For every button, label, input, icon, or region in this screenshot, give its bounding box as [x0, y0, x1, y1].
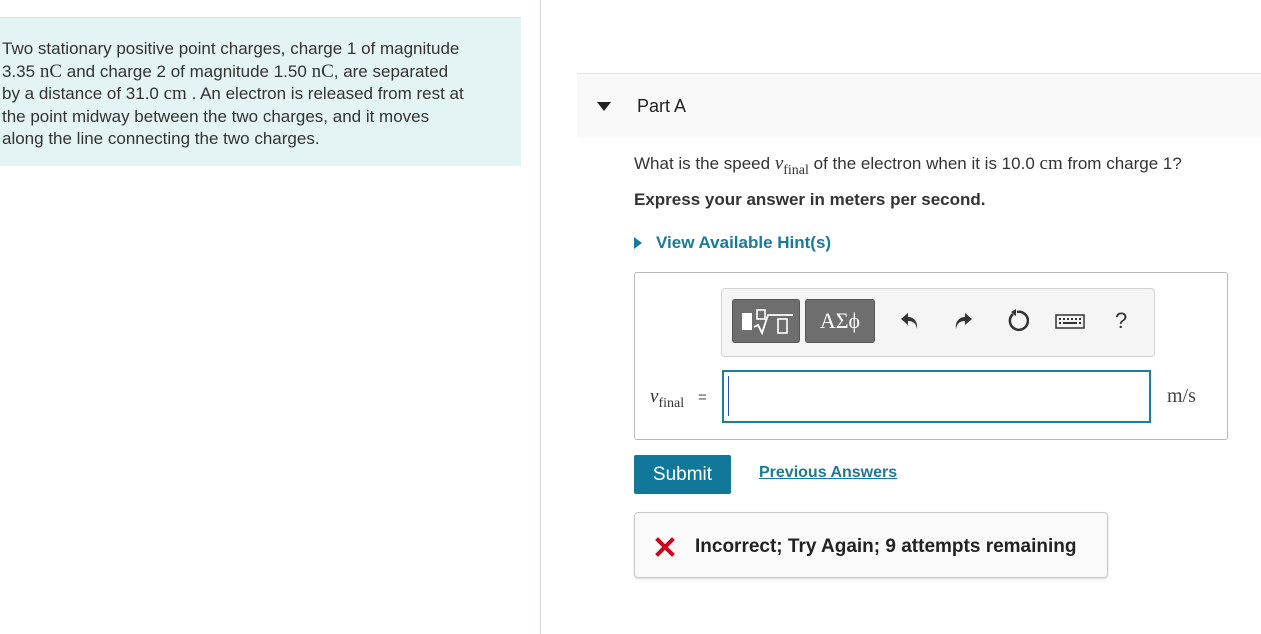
question-post: from charge 1? [1067, 154, 1182, 173]
problem-text-5: . An electron is released from rest at [191, 84, 464, 103]
problem-text-6: the point midway between the two charges… [2, 106, 430, 126]
charge1-unit: nC [39, 60, 63, 82]
question-mid: of the electron when it is 10.0 [813, 154, 1035, 173]
part-title: Part A [637, 96, 687, 116]
templates-button[interactable] [732, 299, 800, 343]
block-icon [742, 313, 752, 330]
question-unit: cm [1039, 153, 1063, 174]
feedback-box: Incorrect; Try Again; 9 attempts remaini… [634, 512, 1108, 578]
question-var-subscript: final [783, 162, 809, 178]
charge1-value: 3.35 [2, 61, 36, 81]
question-variable: vfinal [774, 153, 809, 178]
math-toolbar: ΑΣϕ ? [721, 288, 1155, 357]
previous-answers-link[interactable]: Previous Answers [759, 464, 897, 482]
reset-icon[interactable] [1005, 309, 1029, 333]
help-button[interactable]: ? [1115, 308, 1127, 334]
problem-text-3: , are separated [333, 61, 449, 81]
submit-button[interactable]: Submit [634, 455, 731, 494]
feedback-text: Incorrect; Try Again; 9 attempts remaini… [695, 536, 1077, 557]
problem-statement: Two stationary positive point charges, c… [0, 17, 521, 166]
redo-icon[interactable] [951, 309, 975, 333]
text-cursor [728, 376, 729, 416]
problem-text-7: along the line connecting the two charge… [2, 129, 320, 148]
answer-unit: m/s [1167, 385, 1196, 407]
answer-input[interactable] [722, 370, 1151, 423]
column-divider [540, 0, 541, 634]
problem-text-2: and charge 2 of magnitude 1.50 [66, 61, 307, 81]
question-text: What is the speed vfinal of the electron… [634, 153, 1182, 179]
greek-symbols-button[interactable]: ΑΣϕ [805, 299, 875, 343]
answer-variable-label: vfinal [650, 386, 684, 412]
incorrect-x-icon [655, 537, 675, 557]
problem-text-4: by a distance of 31.0 [2, 84, 159, 103]
collapse-caret-icon[interactable] [597, 102, 611, 111]
charge2-unit: nC [311, 60, 334, 82]
expand-arrow-icon [634, 237, 642, 249]
question-var-symbol: v [774, 153, 784, 174]
part-header[interactable]: Part A [577, 73, 1261, 138]
instruction-text: Express your answer in meters per second… [634, 190, 986, 209]
view-hints-link[interactable]: View Available Hint(s) [634, 233, 831, 253]
answer-var-subscript: final [658, 395, 685, 411]
hints-label: View Available Hint(s) [656, 233, 832, 252]
sqrt-template-icon [753, 309, 793, 336]
keyboard-icon[interactable] [1055, 309, 1085, 333]
problem-text-1: Two stationary positive point charges, c… [2, 39, 460, 58]
equals-sign: = [698, 389, 707, 406]
undo-icon[interactable] [898, 309, 922, 333]
distance-unit: cm [163, 83, 187, 104]
question-pre: What is the speed [634, 154, 771, 173]
